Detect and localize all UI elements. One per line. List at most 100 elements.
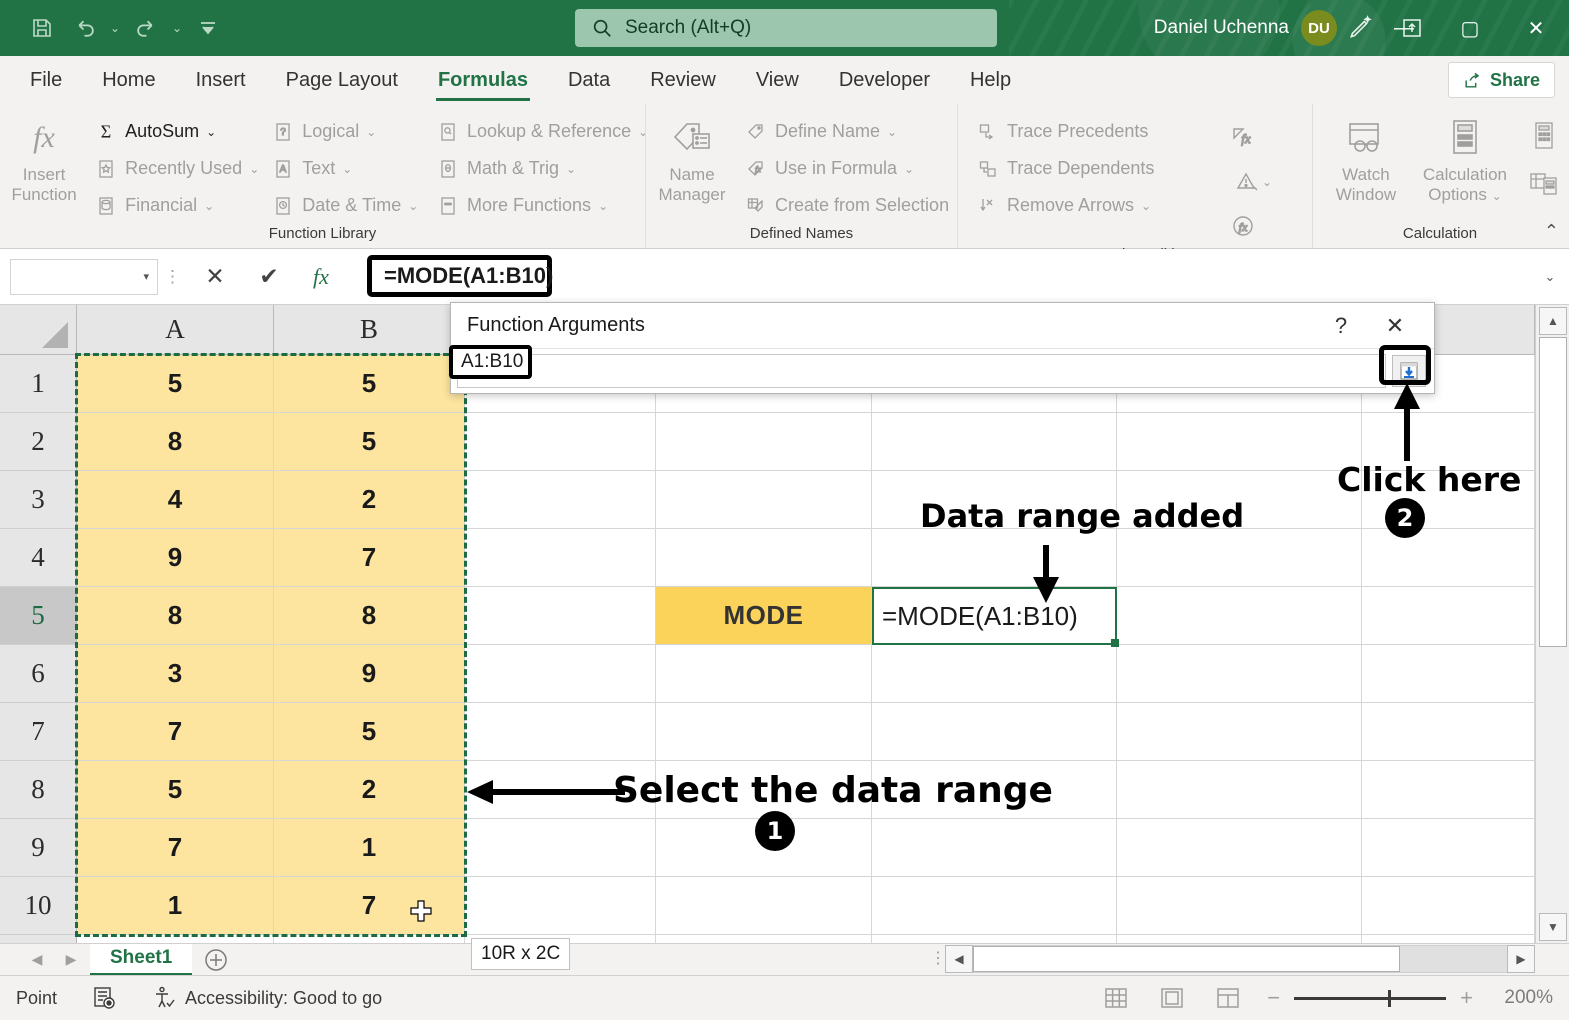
avatar[interactable]: DU — [1301, 10, 1337, 46]
remove-arrows-button[interactable]: Remove Arrows ⌄ — [970, 188, 1220, 223]
cell-b11[interactable] — [274, 935, 465, 943]
calculate-now-icon[interactable] — [1521, 114, 1567, 158]
accessibility-checker[interactable]: Accessibility: Good to go — [151, 985, 382, 1011]
column-header-a[interactable]: A — [77, 305, 274, 355]
cell-b2[interactable]: 5 — [274, 413, 465, 471]
vertical-scrollbar[interactable]: ▲ ▼ — [1535, 305, 1569, 943]
page-break-view-icon[interactable] — [1211, 983, 1245, 1013]
row-header-11[interactable] — [0, 935, 77, 943]
cell-c2[interactable] — [465, 413, 656, 471]
horizontal-scroll-thumb[interactable] — [973, 946, 1400, 972]
cell-c8[interactable] — [465, 761, 656, 819]
expand-formula-bar-icon[interactable]: ⌄ — [1531, 269, 1569, 285]
minimize-button[interactable]: — — [1371, 0, 1437, 56]
create-from-selection-button[interactable]: Create from Selection — [738, 188, 950, 223]
cell-g4[interactable] — [1362, 529, 1535, 587]
chevron-down-icon[interactable]: ⌄ — [1141, 199, 1151, 213]
cell-b8[interactable]: 2 — [274, 761, 465, 819]
row-header-10[interactable]: 10 — [0, 877, 77, 935]
cell-f5[interactable] — [1117, 587, 1362, 645]
cell-f6[interactable] — [1117, 645, 1362, 703]
tab-view[interactable]: View — [736, 56, 819, 104]
cell-d11[interactable] — [656, 935, 872, 943]
row-header-1[interactable]: 1 — [0, 355, 77, 413]
zoom-slider-knob[interactable] — [1388, 990, 1391, 1007]
more-functions-button[interactable]: More Functions ⌄ — [430, 188, 645, 223]
tab-insert[interactable]: Insert — [176, 56, 266, 104]
zoom-control[interactable]: − + — [1267, 985, 1473, 1011]
cell-d4[interactable] — [656, 529, 872, 587]
collapse-ribbon-icon[interactable]: ⌃ — [1544, 221, 1559, 242]
cell-a10[interactable]: 1 — [77, 877, 274, 935]
tab-data[interactable]: Data — [548, 56, 630, 104]
math-trig-button[interactable]: Math & Trig ⌄ — [430, 151, 645, 186]
cell-a8[interactable]: 5 — [77, 761, 274, 819]
chevron-down-icon[interactable]: ⌄ — [204, 199, 214, 213]
text-button[interactable]: A Text ⌄ — [265, 151, 430, 186]
horizontal-scrollbar[interactable]: ◀ ▶ — [945, 943, 1535, 975]
chevron-down-icon[interactable]: ⌄ — [598, 199, 608, 213]
cell-a7[interactable]: 7 — [77, 703, 274, 761]
cell-c9[interactable] — [465, 819, 656, 877]
cell-b5[interactable]: 8 — [274, 587, 465, 645]
add-sheet-icon[interactable] — [196, 944, 236, 976]
horizontal-scroll-track[interactable] — [973, 945, 1507, 973]
cell-e3[interactable] — [872, 471, 1117, 529]
sheet-tab-sheet1[interactable]: Sheet1 — [90, 944, 192, 976]
cell-d8[interactable] — [656, 761, 872, 819]
chevron-down-icon[interactable]: ⌄ — [904, 162, 914, 176]
page-layout-view-icon[interactable] — [1155, 983, 1189, 1013]
cell-a5[interactable]: 8 — [77, 587, 274, 645]
select-all-corner[interactable] — [0, 305, 77, 355]
save-icon[interactable] — [22, 8, 62, 48]
tab-formulas[interactable]: Formulas — [418, 56, 548, 104]
cell-e10[interactable] — [872, 877, 1117, 935]
cell-g2[interactable] — [1362, 413, 1535, 471]
account-area[interactable]: Daniel Uchenna DU — [1154, 0, 1337, 56]
cell-mode-label[interactable]: MODE — [656, 587, 872, 645]
cell-b7[interactable]: 5 — [274, 703, 465, 761]
cell-g8[interactable] — [1362, 761, 1535, 819]
chevron-down-icon[interactable]: ⌄ — [566, 162, 576, 176]
dialog-close-button[interactable]: ✕ — [1378, 311, 1412, 341]
next-sheet-icon[interactable]: ▶ — [56, 945, 86, 975]
dialog-help-button[interactable]: ? — [1324, 311, 1358, 341]
cell-b10[interactable]: 7 — [274, 877, 465, 935]
calculation-options-button[interactable]: Calculation Options ⌄ — [1409, 112, 1521, 205]
autosum-button[interactable]: Σ AutoSum ⌄ — [88, 114, 265, 149]
cell-a2[interactable]: 8 — [77, 413, 274, 471]
record-macro-button[interactable] — [91, 985, 117, 1011]
cell-d6[interactable] — [656, 645, 872, 703]
cell-g5[interactable] — [1362, 587, 1535, 645]
undo-icon[interactable] — [64, 8, 104, 48]
chevron-down-icon[interactable]: ⌄ — [1492, 189, 1502, 203]
chevron-down-icon[interactable]: ⌄ — [342, 162, 352, 176]
cell-b3[interactable]: 2 — [274, 471, 465, 529]
cell-b1[interactable]: 5 — [274, 355, 465, 413]
use-in-formula-button[interactable]: fx Use in Formula ⌄ — [738, 151, 950, 186]
cell-e9[interactable] — [872, 819, 1117, 877]
range-reference-input[interactable] — [457, 354, 1386, 388]
chevron-down-icon[interactable]: ⌄ — [249, 162, 259, 176]
chevron-down-icon[interactable]: ⌄ — [887, 125, 897, 139]
cell-g3[interactable] — [1362, 471, 1535, 529]
row-header-6[interactable]: 6 — [0, 645, 77, 703]
cell-d10[interactable] — [656, 877, 872, 935]
cell-a6[interactable]: 3 — [77, 645, 274, 703]
zoom-level-label[interactable]: 200% — [1495, 987, 1553, 1009]
cell-d3[interactable] — [656, 471, 872, 529]
tab-review[interactable]: Review — [630, 56, 736, 104]
cell-e4[interactable] — [872, 529, 1117, 587]
cell-f4[interactable] — [1117, 529, 1362, 587]
cell-d7[interactable] — [656, 703, 872, 761]
enter-formula-button[interactable]: ✔ — [242, 257, 296, 297]
cell-f8[interactable] — [1117, 761, 1362, 819]
close-button[interactable]: ✕ — [1503, 0, 1569, 56]
insert-function-icon[interactable]: fx — [296, 257, 346, 297]
cell-mode-formula[interactable]: =MODE(A1:B10) — [872, 587, 1117, 645]
undo-dropdown-icon[interactable]: ⌄ — [106, 21, 124, 35]
column-header-b[interactable]: B — [274, 305, 465, 355]
chevron-down-icon[interactable]: ▾ — [143, 270, 149, 283]
trace-dependents-button[interactable]: Trace Dependents — [970, 151, 1220, 186]
cell-c3[interactable] — [465, 471, 656, 529]
